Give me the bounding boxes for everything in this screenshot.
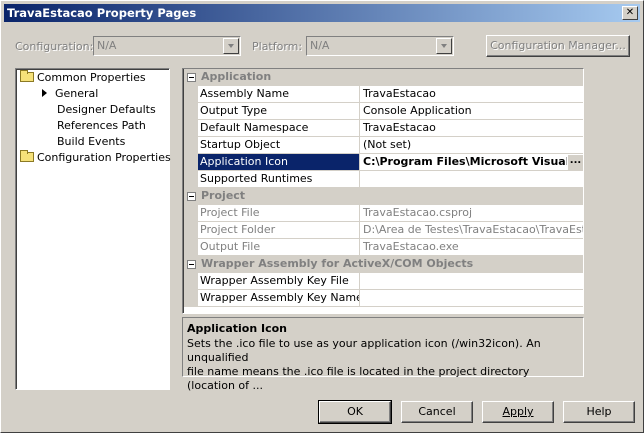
title-bar[interactable]: TravaEstacao Property Pages ✕ <box>4 4 640 22</box>
platform-dropdown[interactable]: N/A <box>306 36 454 56</box>
property-grid[interactable]: Application Assembly Name TravaEstacao O… <box>182 68 584 314</box>
tree-item-build-events[interactable]: Build Events <box>57 134 125 150</box>
property-value: C:\Program Files\Microsoft Visual St <box>363 155 584 168</box>
property-name: Application Icon <box>198 154 360 171</box>
tree-item-label: Common Properties <box>37 71 146 84</box>
configuration-manager-button[interactable]: Configuration Manager... <box>486 35 630 57</box>
property-value-input[interactable]: C:\Program Files\Microsoft Visual St ... <box>360 154 584 171</box>
property-name: Startup Object <box>198 137 360 154</box>
property-row-project-folder[interactable]: Project Folder D:\Area de Testes\TravaEs… <box>184 222 583 239</box>
property-value[interactable]: TravaEstacao <box>360 120 583 137</box>
property-name: Output File <box>198 239 360 256</box>
configuration-dropdown[interactable]: N/A <box>93 36 241 56</box>
row-margin <box>184 273 198 290</box>
close-icon[interactable]: ✕ <box>622 6 638 20</box>
configuration-label: Configuration: <box>15 40 94 53</box>
tree-item-label: References Path <box>57 119 146 132</box>
row-margin <box>184 290 198 307</box>
collapse-icon[interactable] <box>187 73 196 82</box>
tree-item-designer-defaults[interactable]: Designer Defaults <box>57 102 156 118</box>
property-value: TravaEstacao.csproj <box>360 205 583 222</box>
property-name: Wrapper Assembly Key File <box>198 273 360 290</box>
tree-item-label: Build Events <box>57 135 126 148</box>
tree-item-label: General <box>55 87 99 100</box>
property-row-supported-runtimes[interactable]: Supported Runtimes <box>184 171 583 188</box>
property-pages-window: TravaEstacao Property Pages ✕ Configurat… <box>0 0 644 433</box>
row-margin <box>184 154 198 171</box>
tree-item-general[interactable]: General <box>42 86 98 102</box>
property-row-wrapper-key-name[interactable]: Wrapper Assembly Key Name <box>184 290 583 307</box>
chevron-down-icon[interactable] <box>436 38 452 54</box>
row-margin <box>184 171 198 188</box>
description-panel: Application Icon Sets the .ico file to u… <box>182 317 584 392</box>
description-line-2: file name means the .ico file is located… <box>187 365 530 392</box>
platform-label: Platform: <box>252 40 303 53</box>
ok-button[interactable]: OK <box>318 400 392 424</box>
category-tree[interactable]: Common Properties General Designer Defau… <box>15 68 171 390</box>
property-value[interactable]: Console Application <box>360 103 583 120</box>
window-title: TravaEstacao Property Pages <box>7 6 197 20</box>
property-row-output-file[interactable]: Output File TravaEstacao.exe <box>184 239 583 256</box>
row-margin <box>184 86 198 103</box>
cancel-button[interactable]: Cancel <box>401 401 473 423</box>
folder-icon <box>20 150 34 162</box>
description-line-1: Sets the .ico file to use as your applic… <box>187 337 541 364</box>
category-label: Wrapper Assembly for ActiveX/COM Objects <box>201 257 474 270</box>
property-row-wrapper-key-file[interactable]: Wrapper Assembly Key File <box>184 273 583 290</box>
tree-item-references-path[interactable]: References Path <box>57 118 146 134</box>
platform-value: N/A <box>310 39 330 52</box>
help-button[interactable]: Help <box>563 401 635 423</box>
row-margin <box>184 103 198 120</box>
property-value: TravaEstacao.exe <box>360 239 583 256</box>
chevron-down-icon[interactable] <box>223 38 239 54</box>
folder-open-icon <box>20 70 34 82</box>
description-title: Application Icon <box>187 322 287 335</box>
selected-arrow-icon <box>42 89 47 97</box>
row-margin <box>184 205 198 222</box>
category-application[interactable]: Application <box>184 69 583 86</box>
collapse-icon[interactable] <box>187 260 196 269</box>
property-value[interactable]: (Not set) <box>360 137 583 154</box>
property-name: Project File <box>198 205 360 222</box>
category-project[interactable]: Project <box>184 188 583 205</box>
category-label: Project <box>201 189 246 202</box>
browse-button[interactable]: ... <box>567 154 583 170</box>
tree-item-label: Configuration Properties <box>37 151 171 164</box>
tree-item-label: Designer Defaults <box>57 103 156 116</box>
property-row-output-type[interactable]: Output Type Console Application <box>184 103 583 120</box>
row-margin <box>184 239 198 256</box>
category-wrapper-assembly[interactable]: Wrapper Assembly for ActiveX/COM Objects <box>184 256 583 273</box>
property-row-project-file[interactable]: Project File TravaEstacao.csproj <box>184 205 583 222</box>
tree-item-common-properties[interactable]: Common Properties <box>20 70 146 86</box>
row-margin <box>184 120 198 137</box>
property-row-assembly-name[interactable]: Assembly Name TravaEstacao <box>184 86 583 103</box>
property-name: Supported Runtimes <box>198 171 360 188</box>
category-label: Application <box>201 70 272 83</box>
property-value[interactable] <box>360 290 583 307</box>
configuration-value: N/A <box>97 39 117 52</box>
property-value[interactable] <box>360 171 583 188</box>
property-value: D:\Area de Testes\TravaEstacao\TravaEsta… <box>360 222 583 239</box>
property-name: Wrapper Assembly Key Name <box>198 290 360 307</box>
property-name: Default Namespace <box>198 120 360 137</box>
property-value[interactable] <box>360 273 583 290</box>
row-margin <box>184 222 198 239</box>
property-row-application-icon[interactable]: Application Icon C:\Program Files\Micros… <box>184 154 584 171</box>
collapse-icon[interactable] <box>187 192 196 201</box>
property-name: Output Type <box>198 103 360 120</box>
property-name: Project Folder <box>198 222 360 239</box>
tree-item-configuration-properties[interactable]: Configuration Properties <box>20 150 171 166</box>
property-row-startup-object[interactable]: Startup Object (Not set) <box>184 137 583 154</box>
apply-button[interactable]: Apply <box>482 401 554 423</box>
row-margin <box>184 137 198 154</box>
property-value[interactable]: TravaEstacao <box>360 86 583 103</box>
property-name: Assembly Name <box>198 86 360 103</box>
property-row-default-namespace[interactable]: Default Namespace TravaEstacao <box>184 120 583 137</box>
